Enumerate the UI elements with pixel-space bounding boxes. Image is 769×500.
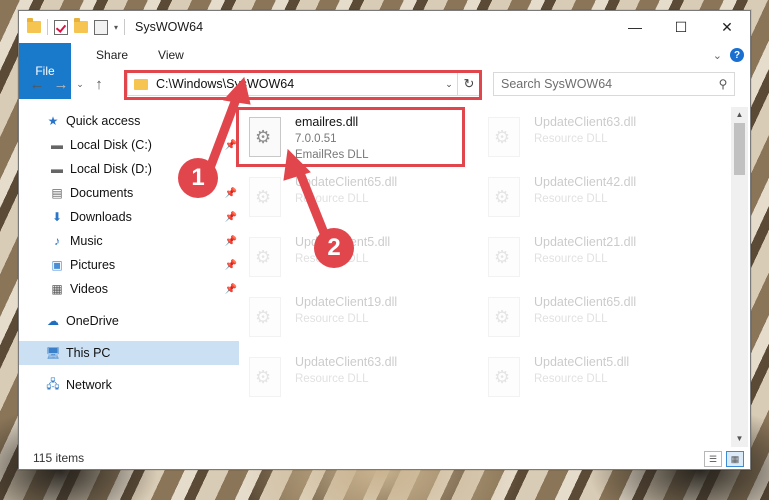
arrow-1-shaft	[205, 92, 243, 170]
arrow-2-head	[283, 148, 311, 181]
arrow-2-shaft	[293, 166, 331, 240]
callout-2: 2	[314, 228, 354, 268]
annotation-arrows	[205, 76, 331, 240]
callout-1: 1	[178, 158, 218, 198]
arrow-1-head	[223, 76, 251, 105]
